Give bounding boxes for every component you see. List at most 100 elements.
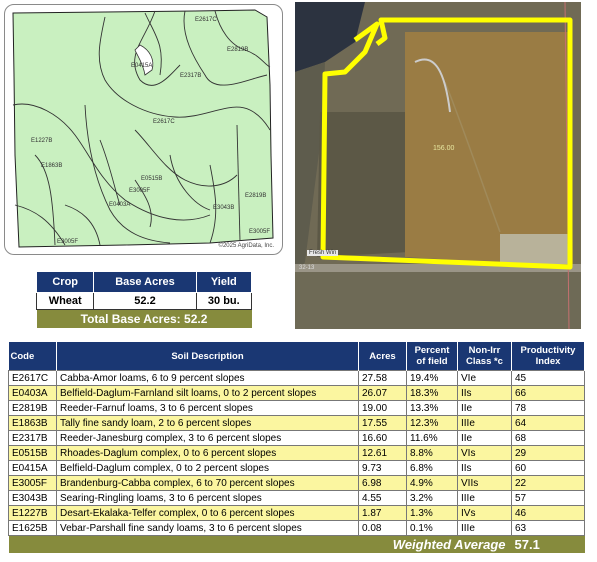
soil-description-cell: Tally fine sandy loam, 2 to 6 percent sl… [56, 415, 359, 431]
class-cell: IVs [457, 505, 512, 521]
crop-row: Wheat 52.2 30 bu. [35, 292, 253, 310]
soil-code-cell: E0515B [8, 445, 57, 461]
base-acres-cell: 52.2 [93, 292, 197, 310]
acres-cell: 12.61 [358, 445, 407, 461]
acres-cell: 1.87 [358, 505, 407, 521]
acres-cell: 4.55 [358, 490, 407, 506]
soil-label: E0415A [131, 63, 153, 69]
soil-label: E3005F [57, 239, 79, 245]
weighted-average-value: 57.1 [511, 535, 585, 553]
acres-cell: 17.55 [358, 415, 407, 431]
soil-description-cell: Brandenburg-Cabba complex, 6 to 70 perce… [56, 475, 359, 491]
soil-code-cell: E0415A [8, 460, 57, 476]
productivity-cell: 66 [511, 385, 585, 401]
productivity-cell: 45 [511, 370, 585, 386]
percent-cell: 6.8% [406, 460, 458, 476]
soil-table-body: E2617C Cabba-Amor loams, 6 to 9 percent s… [8, 370, 585, 536]
soil-row: E0403A Belfield-Daglum-Farnland silt loam… [8, 385, 585, 401]
acres-cell: 6.98 [358, 475, 407, 491]
yield-cell: 30 bu. [195, 292, 253, 310]
soil-label: E1227B [31, 138, 53, 144]
crop-header-row: Crop Base Acres Yield [35, 271, 253, 293]
class-cell: IIs [457, 460, 512, 476]
soil-description-cell: Belfield-Daglum complex, 0 to 2 percent … [56, 460, 359, 476]
soil-description-cell: Searing-Ringling loams, 3 to 6 percent s… [56, 490, 359, 506]
productivity-cell: 22 [511, 475, 585, 491]
percent-cell: 0.1% [406, 520, 458, 536]
soil-row: E2617C Cabba-Amor loams, 6 to 9 percent s… [8, 370, 585, 386]
soil-code-cell: E1625B [8, 520, 57, 536]
soil-label: E2819B [245, 193, 267, 199]
class-cell: VIe [457, 370, 512, 386]
soil-map: E2617C E0415A E2819B E2317B E2617C E1227… [4, 4, 283, 255]
soil-code-cell: E3005F [8, 475, 57, 491]
soil-code-cell: E3043B [8, 490, 57, 506]
soil-code-cell: E2819B [8, 400, 57, 416]
aerial-road-label: Fresh Win [307, 250, 339, 256]
percent-header-line-1: Percent [414, 345, 450, 356]
percent-cell: 3.2% [406, 490, 458, 506]
percent-cell: 1.3% [406, 505, 458, 521]
productivity-cell: 63 [511, 520, 585, 536]
soil-description-cell: Reeder-Farnuf loams, 3 to 6 percent slop… [56, 400, 359, 416]
soil-label: E2317B [180, 73, 202, 79]
soil-table: Code Soil Description Acres Percent of f… [8, 342, 585, 553]
soil-label: E2617C [195, 17, 217, 23]
acres-header: Acres [358, 342, 407, 371]
aerial-photo: 156.00 Fresh Win 32-13 [295, 2, 581, 329]
class-cell: IIIe [457, 415, 512, 431]
percent-cell: 12.3% [406, 415, 458, 431]
class-header-line-2: Class *c [466, 356, 503, 367]
soil-code-cell: E2617C [8, 370, 57, 386]
pi-header-line-1: Productivity [520, 345, 576, 356]
productivity-index-header: Productivity Index [511, 342, 585, 371]
soil-code-cell: E1227B [8, 505, 57, 521]
soil-label: E0403A [109, 202, 131, 208]
soil-description-cell: Desart-Ekalaka-Telfer complex, 0 to 6 pe… [56, 505, 359, 521]
percent-cell: 8.8% [406, 445, 458, 461]
productivity-cell: 60 [511, 460, 585, 476]
aerial-acres-label: 156.00 [433, 145, 455, 152]
crop-header: Crop [35, 271, 95, 293]
soil-description-cell: Reeder-Janesburg complex, 3 to 6 percent… [56, 430, 359, 446]
soil-row: E0515B Rhoades-Daglum complex, 0 to 6 per… [8, 445, 585, 461]
total-base-acres: Total Base Acres: 52.2 [36, 309, 252, 328]
percent-cell: 11.6% [406, 430, 458, 446]
crop-cell: Wheat [35, 292, 95, 310]
aerial-drawing [295, 2, 581, 329]
soil-label: E3043B [213, 205, 235, 211]
soil-row: E3043B Searing-Ringling loams, 3 to 6 per… [8, 490, 585, 506]
soil-header-row: Code Soil Description Acres Percent of f… [8, 342, 585, 371]
class-cell: VIIs [457, 475, 512, 491]
soil-code-cell: E1863B [8, 415, 57, 431]
class-cell: IIe [457, 430, 512, 446]
soil-label: E0515B [141, 176, 163, 182]
productivity-cell: 57 [511, 490, 585, 506]
soil-label: E3005F [249, 229, 271, 235]
soil-row: E1625B Vebar-Parshall fine sandy loams, 3… [8, 520, 585, 536]
base-acres-header: Base Acres [93, 271, 197, 293]
productivity-cell: 68 [511, 430, 585, 446]
soil-row: E3005F Brandenburg-Cabba complex, 6 to 70… [8, 475, 585, 491]
soil-map-drawing [12, 9, 274, 248]
soil-description-cell: Vebar-Parshall fine sandy loams, 3 to 6 … [56, 520, 359, 536]
acres-cell: 27.58 [358, 370, 407, 386]
weighted-average-label: Weighted Average [8, 535, 512, 553]
map-credit: ©2025 AgriData, Inc. [218, 243, 274, 249]
yield-header: Yield [195, 271, 253, 293]
acres-cell: 0.08 [358, 520, 407, 536]
soil-label: E3005F [129, 188, 151, 194]
acres-cell: 16.60 [358, 430, 407, 446]
soil-description-header: Soil Description [56, 342, 359, 371]
code-header: Code [8, 342, 57, 371]
percent-cell: 18.3% [406, 385, 458, 401]
class-cell: IIs [457, 385, 512, 401]
class-cell: VIs [457, 445, 512, 461]
crop-total-row: Total Base Acres: 52.2 [36, 309, 252, 328]
soil-code-cell: E0403A [8, 385, 57, 401]
soil-code-cell: E2317B [8, 430, 57, 446]
weighted-average-row: Weighted Average 57.1 [8, 535, 585, 553]
acres-cell: 9.73 [358, 460, 407, 476]
soil-row: E1863B Tally fine sandy loam, 2 to 6 perc… [8, 415, 585, 431]
soil-label: E2617C [153, 119, 175, 125]
